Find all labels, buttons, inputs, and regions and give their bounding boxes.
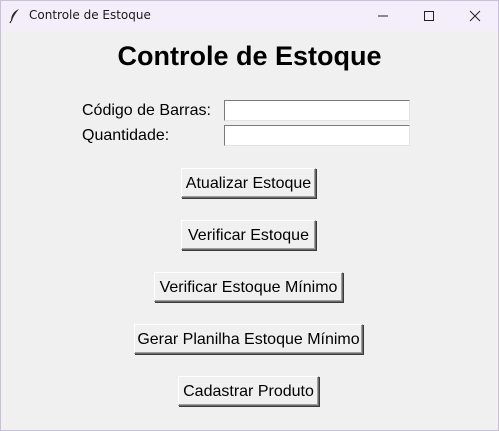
barcode-input[interactable] <box>224 100 410 121</box>
quantity-label: Quantidade: <box>82 127 170 144</box>
barcode-label: Código de Barras: <box>82 102 211 119</box>
generate-min-stock-sheet-button[interactable]: Gerar Planilha Estoque Mínimo <box>134 324 363 354</box>
title-bar[interactable]: Controle de Estoque <box>1 1 498 31</box>
maximize-icon <box>424 11 434 21</box>
update-stock-button[interactable]: Atualizar Estoque <box>181 168 316 198</box>
quantity-input[interactable] <box>224 125 410 146</box>
close-icon <box>469 10 481 22</box>
app-window: Controle de Estoque Controle de Estoque … <box>0 0 499 431</box>
check-min-stock-button[interactable]: Verificar Estoque Mínimo <box>154 272 343 302</box>
close-button[interactable] <box>452 1 498 31</box>
register-product-button[interactable]: Cadastrar Produto <box>178 376 319 406</box>
minimize-icon <box>378 15 388 17</box>
check-stock-button[interactable]: Verificar Estoque <box>181 220 316 250</box>
maximize-button[interactable] <box>406 1 452 31</box>
minimize-button[interactable] <box>360 1 406 31</box>
feather-icon <box>8 8 22 24</box>
page-title: Controle de Estoque <box>117 41 382 71</box>
window-title: Controle de Estoque <box>29 8 151 22</box>
